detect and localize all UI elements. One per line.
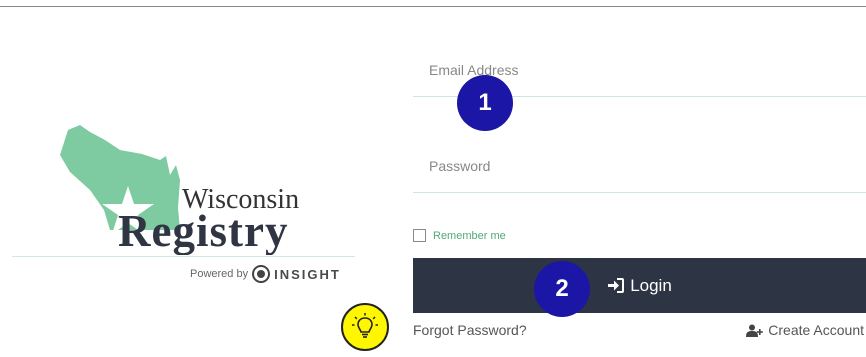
remember-me-checkbox[interactable] bbox=[413, 229, 426, 242]
insight-wordmark: INSIGHT bbox=[274, 266, 341, 282]
create-account-label: Create Account bbox=[768, 322, 864, 338]
step-1-badge: 1 bbox=[457, 75, 513, 131]
remember-me[interactable]: Remember me bbox=[413, 229, 506, 242]
step-2-badge: 2 bbox=[534, 261, 590, 317]
powered-by-label: Powered by bbox=[190, 268, 249, 280]
forgot-password-link[interactable]: Forgot Password? bbox=[413, 322, 527, 338]
remember-me-label: Remember me bbox=[433, 229, 506, 242]
password-field-container bbox=[413, 140, 866, 193]
powered-by: Powered by INSIGHT bbox=[190, 263, 341, 285]
brand-divider bbox=[12, 256, 355, 257]
logo-registry: Registry bbox=[118, 206, 288, 255]
insight-logo-icon bbox=[252, 265, 271, 283]
login-button[interactable]: Login bbox=[413, 258, 866, 313]
login-label: Login bbox=[630, 275, 672, 295]
sign-in-icon bbox=[608, 278, 625, 293]
password-field[interactable] bbox=[413, 140, 866, 192]
user-plus-icon bbox=[746, 324, 764, 337]
create-account-link[interactable]: Create Account bbox=[746, 322, 864, 338]
lightbulb-icon bbox=[341, 303, 389, 351]
top-divider bbox=[0, 6, 866, 7]
wisconsin-registry-logo: Wisconsin Registry bbox=[60, 125, 299, 255]
